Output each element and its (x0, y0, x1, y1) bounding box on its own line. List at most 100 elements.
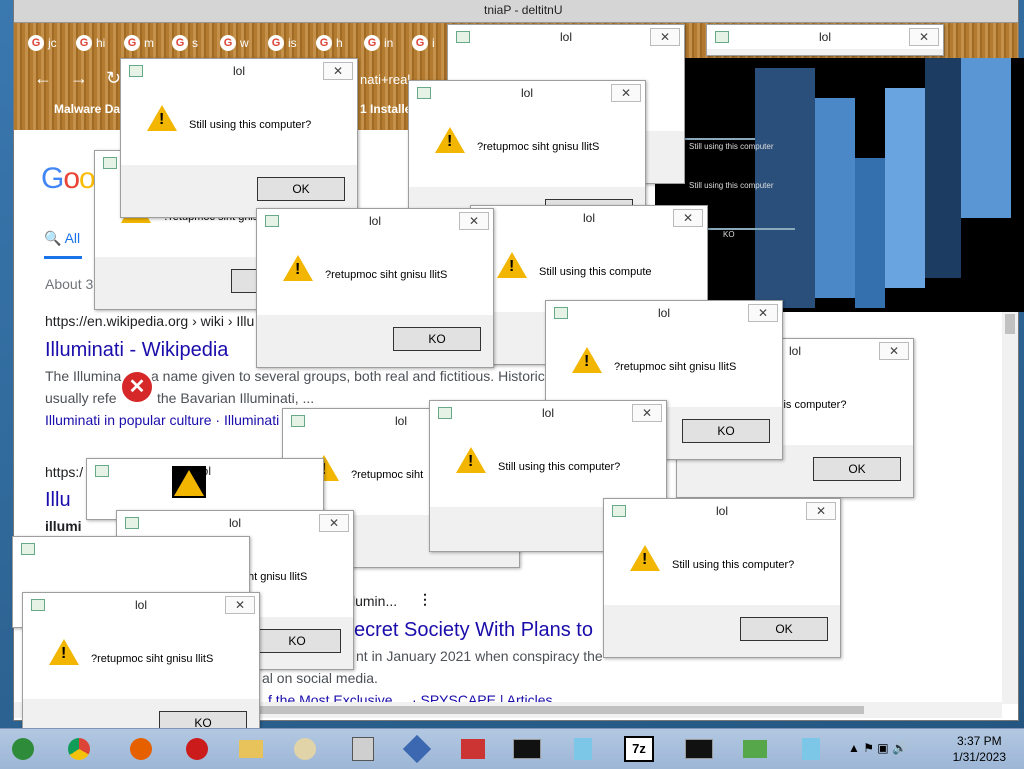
result-snippet: al on social media. (262, 670, 378, 686)
dialog-message: Still using this computer? (498, 461, 621, 473)
glitch-artifact: Still using this computer Still using th… (655, 58, 1024, 312)
message-dialog[interactable]: lol ✕ (706, 24, 944, 56)
clock[interactable]: 3:37 PM 1/31/2023 (953, 733, 1006, 765)
warning-icon (49, 639, 79, 665)
sitelinks[interactable]: Illuminati in popular culture · Illumina… (45, 412, 279, 428)
tab-7[interactable]: Gh (316, 30, 358, 56)
close-icon[interactable]: ✕ (748, 304, 778, 322)
message-dialog[interactable]: lol✕ Still using this computer? OK (603, 498, 841, 658)
tab-all[interactable]: 🔍 All (44, 230, 80, 247)
vlc-icon[interactable] (398, 733, 436, 765)
google-icon: G (172, 35, 188, 51)
result-url[interactable]: https:/ (45, 464, 83, 480)
close-icon[interactable]: ✕ (673, 209, 703, 227)
close-icon[interactable]: ✕ (650, 28, 680, 46)
firefox-icon[interactable] (122, 733, 160, 765)
window-title: tniaP - deltitnU (484, 3, 563, 17)
back-arrow-icon[interactable]: ← (34, 68, 52, 89)
google-icon: G (364, 35, 380, 51)
title-bar: tniaP - deltitnU — ▢ ✕ (14, 0, 1018, 23)
opera-icon[interactable] (178, 733, 216, 765)
result-snippet: The Illumina (45, 368, 122, 384)
calc-icon[interactable] (344, 733, 382, 765)
reload-icon[interactable]: ↻ (106, 68, 121, 89)
dialog-message: ?retupmoc siht gnisu llitS (91, 653, 214, 665)
7zip-icon[interactable]: 7z (620, 733, 658, 765)
system-tray[interactable]: ▲ ⚑ ▣ 🔊 (848, 741, 907, 755)
tab-8[interactable]: Gin (364, 30, 406, 56)
result-title[interactable]: ecret Society With Plans to (354, 619, 593, 642)
message-dialog[interactable]: lol✕ Still using this computer? OK (120, 58, 358, 218)
cmd-icon[interactable] (508, 733, 546, 765)
tab-2[interactable]: Ghi (76, 30, 118, 56)
result-snippet: the Bavarian Illuminati, ... (157, 390, 315, 406)
dialog-message: Still using this computer? (672, 559, 795, 571)
notepad-icon[interactable] (792, 733, 830, 765)
google-icon: G (412, 35, 428, 51)
warning-icon (147, 105, 177, 131)
close-icon[interactable]: ✕ (459, 212, 489, 230)
vertical-scrollbar[interactable] (1002, 312, 1018, 704)
close-icon[interactable]: ✕ (319, 514, 349, 532)
scroll-thumb[interactable] (1005, 314, 1015, 334)
result-url[interactable]: lumin... (352, 593, 397, 609)
tab-6[interactable]: Gis (268, 30, 310, 56)
dialog-button[interactable]: KO (682, 419, 770, 443)
more-options-icon[interactable]: ⋮ (418, 591, 432, 608)
clock-time: 3:37 PM (956, 734, 1002, 748)
chrome-icon[interactable] (60, 733, 98, 765)
start-button[interactable] (4, 733, 42, 765)
cmd-icon[interactable] (680, 733, 718, 765)
forward-arrow-icon[interactable]: → (70, 68, 88, 89)
dialog-button[interactable]: OK (257, 177, 345, 201)
google-icon: G (220, 35, 236, 51)
glitch-text: KO (723, 230, 735, 239)
paint-icon[interactable] (286, 733, 324, 765)
message-dialog[interactable]: lol✕ ?retupmoc siht gnisu llitS KO (256, 208, 494, 368)
warning-icon (456, 447, 486, 473)
close-icon[interactable]: ✕ (909, 28, 939, 46)
close-icon[interactable]: ✕ (611, 84, 641, 102)
tab-4[interactable]: Gs (172, 30, 214, 56)
close-icon[interactable]: ✕ (225, 596, 255, 614)
dialog-button[interactable]: OK (813, 457, 901, 481)
close-icon[interactable]: ✕ (806, 502, 836, 520)
close-icon[interactable]: ✕ (632, 404, 662, 422)
dialog-message: Still using this computer? (189, 119, 312, 131)
result-snippet: nt in January 2021 when conspiracy the (356, 648, 603, 664)
warning-icon (630, 545, 660, 571)
result-stats: About 3 (45, 276, 94, 292)
warning-icon (283, 255, 313, 281)
google-icon: G (76, 35, 92, 51)
dialog-button[interactable]: KO (393, 327, 481, 351)
result-snippet: a name given to several groups, both rea… (151, 368, 545, 384)
app-icon (21, 543, 35, 555)
result-snippet: usually refe (45, 390, 117, 406)
dialog-message: ?retupmoc siht gnisu llitS (614, 361, 737, 373)
result-url[interactable]: https://en.wikipedia.org › wiki › Illu (45, 313, 254, 329)
google-logo[interactable]: Goo (41, 162, 96, 196)
warning-icon (172, 466, 206, 498)
nav-buttons: ← → ↻ (34, 68, 121, 89)
dialog-message: ?retupmoc siht (351, 469, 424, 481)
tab-5[interactable]: Gw (220, 30, 262, 56)
tab-3[interactable]: Gm (124, 30, 166, 56)
scroll-thumb[interactable] (254, 706, 864, 714)
dialog-button[interactable]: OK (740, 617, 828, 641)
result-title[interactable]: Illuminati - Wikipedia (45, 339, 228, 362)
result-title[interactable]: Illu (45, 489, 71, 512)
migrate-icon[interactable] (736, 733, 774, 765)
error-icon: ✕ (120, 370, 154, 404)
bookmark-item[interactable]: Malware Dat (54, 102, 124, 116)
notepad-icon[interactable] (564, 733, 602, 765)
bookmark-item[interactable]: 1 Installe (360, 102, 411, 116)
folder-icon[interactable] (232, 733, 270, 765)
warning-icon (497, 252, 527, 278)
toolbox-icon[interactable] (454, 733, 492, 765)
close-icon[interactable]: ✕ (323, 62, 353, 80)
dialog-button[interactable]: KO (253, 629, 341, 653)
close-icon[interactable]: ✕ (879, 342, 909, 360)
warning-icon (435, 127, 465, 153)
tab-1[interactable]: Gjc (28, 30, 70, 56)
address-bar-text[interactable]: nati+real (360, 72, 410, 87)
